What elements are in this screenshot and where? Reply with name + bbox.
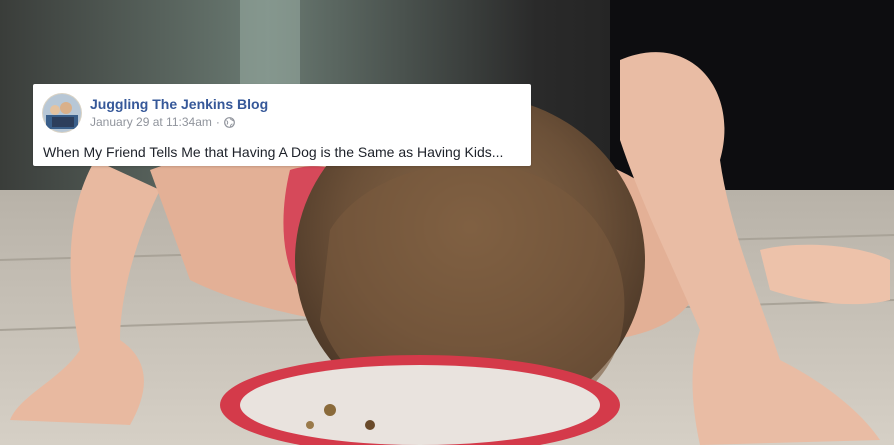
background-photo	[0, 0, 894, 445]
post-text: When My Friend Tells Me that Having A Do…	[43, 144, 504, 160]
page-name-link[interactable]: Juggling The Jenkins Blog	[90, 96, 268, 112]
post-timestamp[interactable]: January 29 at 11:34am	[90, 115, 212, 129]
globe-icon[interactable]	[223, 116, 235, 128]
meme-image: Juggling The Jenkins Blog January 29 at …	[0, 0, 894, 445]
post-meta: January 29 at 11:34am ·	[90, 115, 235, 129]
avatar-image	[42, 93, 82, 133]
page-avatar[interactable]	[42, 93, 82, 133]
facebook-post-card: Juggling The Jenkins Blog January 29 at …	[33, 84, 531, 166]
meta-separator: ·	[215, 115, 220, 129]
